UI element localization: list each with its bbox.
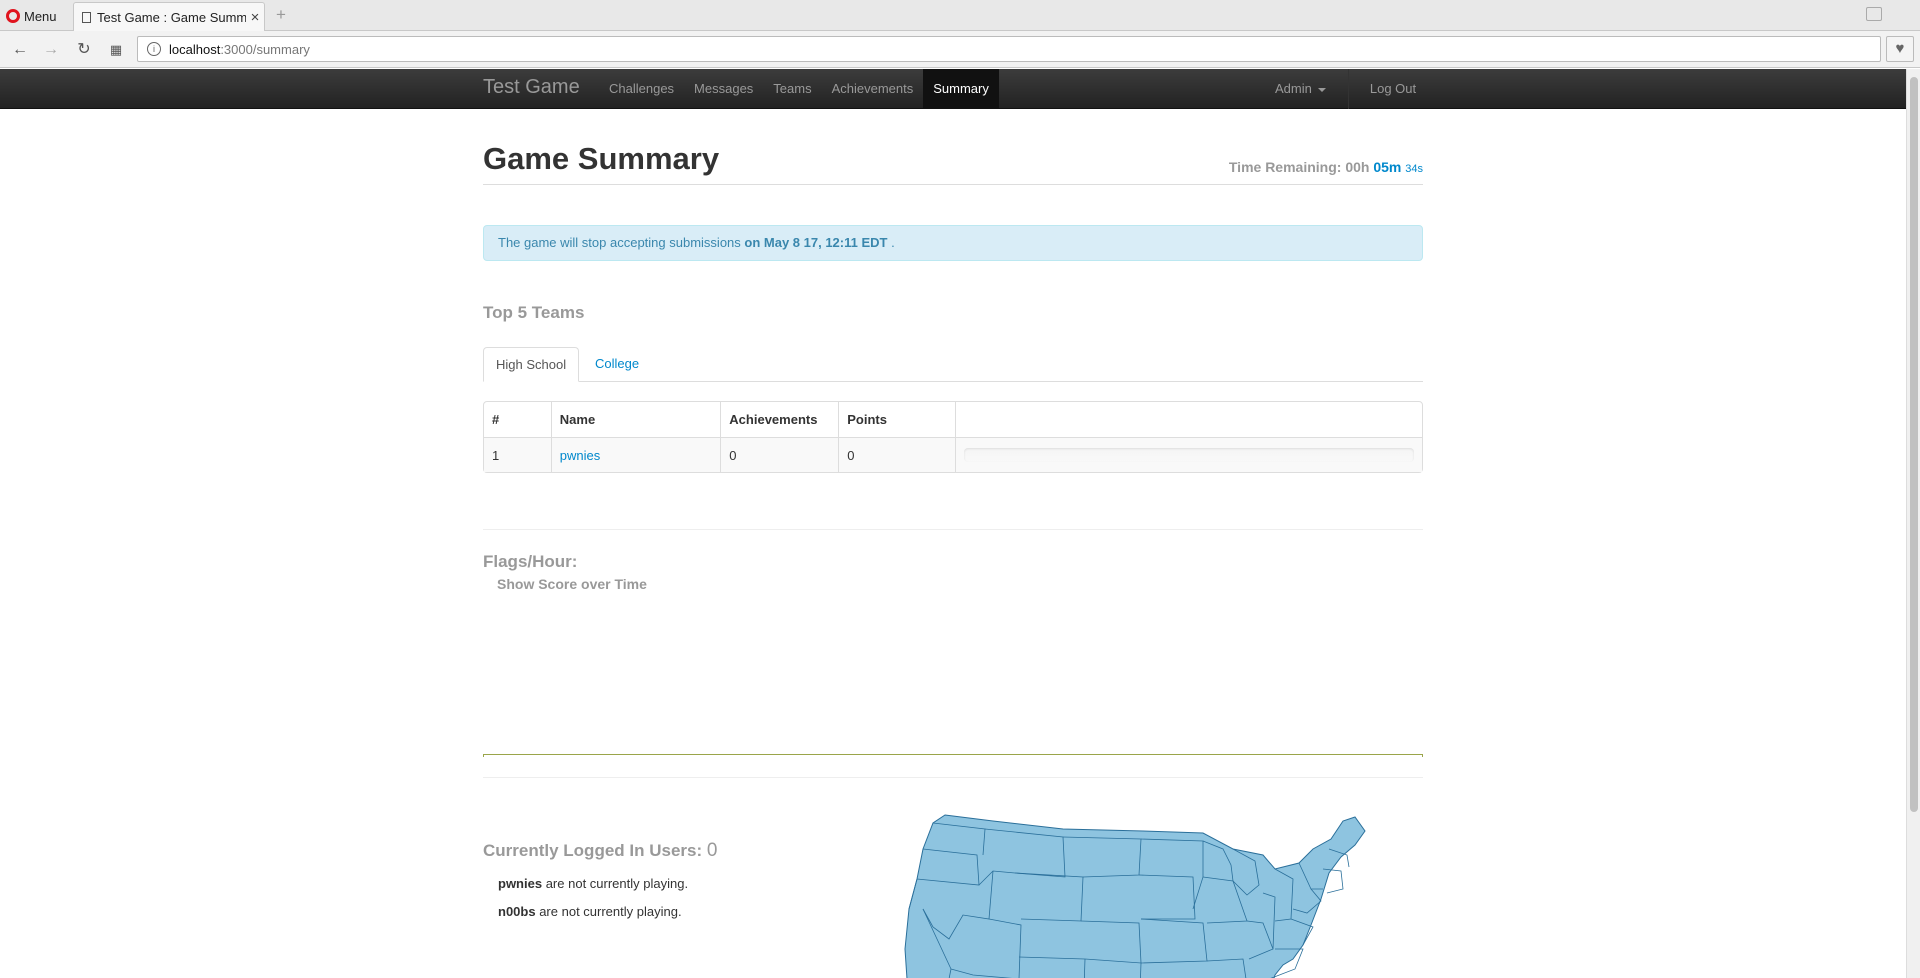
browser-address-bar: ← → ↻ ▦ i localhost :3000/summary ♥ [0,31,1920,68]
nav-right: Admin Log Out [1264,69,1426,109]
bookmark-heart-icon[interactable]: ♥ [1886,36,1914,62]
new-tab-icon[interactable]: + [272,6,290,24]
logged-in-users-title: Currently Logged In Users: 0 [483,840,717,862]
close-tab-icon[interactable]: × [246,9,264,26]
alert-prefix: The game will stop accepting submissions [498,235,741,250]
browser-tab[interactable]: Test Game : Game Summary × [73,2,265,32]
url-input[interactable]: i localhost :3000/summary [137,36,1881,62]
logged-in-label: Currently Logged In Users: [483,841,703,860]
admin-dropdown[interactable]: Admin [1264,69,1348,109]
nav-links: Challenges Messages Teams Achievements S… [599,69,999,109]
time-hours: 00h [1345,159,1370,175]
chart-x-axis [483,754,1423,757]
url-host: localhost [169,41,221,57]
nav-achievements[interactable]: Achievements [822,69,924,109]
time-label: Time Remaining: [1228,159,1342,175]
cell-points: 0 [838,437,955,472]
page-header: Game Summary Time Remaining: 00h 05m 34s [483,109,1423,185]
browser-menu-label: Menu [24,8,57,24]
submission-alert: The game will stop accepting submissions… [483,225,1423,261]
flags-chart-area [483,599,1423,745]
team-status: are not currently playing. [545,876,689,891]
team-name: n00bs [498,904,536,919]
alert-date: on May 8 17, 12:11 EDT [744,235,888,250]
col-name: Name [550,402,721,437]
user-status-line: pwnies are not currently playing. [498,876,688,891]
main-container: Game Summary Time Remaining: 00h 05m 34s… [483,109,1423,978]
nav-challenges[interactable]: Challenges [599,69,684,109]
alert-suffix: . [891,235,895,250]
time-seconds: 34s [1405,163,1423,175]
us-outline [904,814,1366,978]
division-tabs: High School College [483,347,1423,382]
divider [483,529,1423,530]
tab-title: Test Game : Game Summary [97,10,246,25]
back-arrow-icon[interactable]: ← [10,40,30,60]
document-icon [82,12,91,23]
nav-summary[interactable]: Summary [923,69,999,109]
team-status: are not currently playing. [539,904,682,919]
col-progress [955,402,1422,437]
top-teams-table: # Name Achievements Points 1 pwnies 0 0 [483,401,1423,473]
time-remaining: Time Remaining: 00h 05m 34s [1229,159,1423,175]
site-info-icon[interactable]: i [147,42,161,56]
page-scrollbar[interactable] [1906,69,1920,978]
browser-tabbar: Menu Test Game : Game Summary × + [0,0,1920,32]
brand-link[interactable]: Test Game [483,76,580,99]
user-status-line: n00bs are not currently playing. [498,904,682,919]
scrollbar-thumb[interactable] [1910,77,1918,812]
opera-logo-icon [6,9,20,23]
team-name: pwnies [498,876,543,891]
caret-down-icon [1317,87,1326,92]
logout-link[interactable]: Log Out [1349,69,1426,109]
forward-arrow-icon[interactable]: → [41,40,61,60]
reload-icon[interactable]: ↻ [74,40,94,60]
top-teams-title: Top 5 Teams [483,303,585,322]
col-achievements: Achievements [720,402,838,437]
page-title: Game Summary [483,141,720,176]
url-path: :3000/summary [220,41,310,57]
divider [483,777,1423,778]
cell-achievements: 0 [720,437,839,472]
table-row: 1 pwnies 0 0 [484,437,1422,472]
us-map [904,814,1366,978]
team-link[interactable]: pwnies [560,448,600,463]
nav-messages[interactable]: Messages [684,69,763,109]
tab-high-school[interactable]: High School [483,347,580,382]
admin-label: Admin [1275,81,1312,96]
speed-dial-grid-icon[interactable]: ▦ [106,40,126,60]
logged-in-count: 0 [706,840,718,861]
browser-menu-button[interactable]: Menu [6,6,57,26]
table-header-row: # Name Achievements Points [484,402,1422,437]
tab-menu-icon[interactable] [1866,7,1882,21]
time-minutes: 05m [1373,159,1402,175]
tab-college[interactable]: College [583,347,651,382]
cell-name: pwnies [550,437,721,472]
top-navbar: Test Game Challenges Messages Teams Achi… [0,69,1906,109]
show-score-toggle[interactable]: Show Score over Time [497,576,647,592]
score-progress-bar [964,448,1414,462]
cell-rank: 1 [484,437,551,472]
flags-title: Flags/Hour: [483,552,578,571]
col-rank: # [492,412,500,427]
nav-teams[interactable]: Teams [763,69,821,109]
cell-progress [955,437,1422,472]
col-points: Points [838,402,955,437]
page-viewport: Test Game Challenges Messages Teams Achi… [0,69,1920,978]
